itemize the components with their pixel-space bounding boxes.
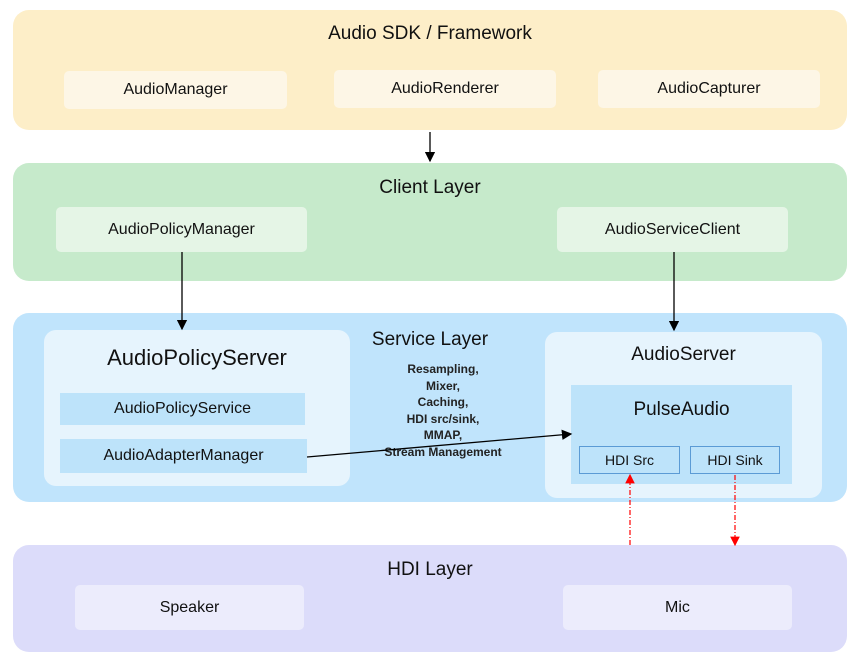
connectors [176,132,740,547]
arrow-adapter-to-pulse [306,429,573,458]
